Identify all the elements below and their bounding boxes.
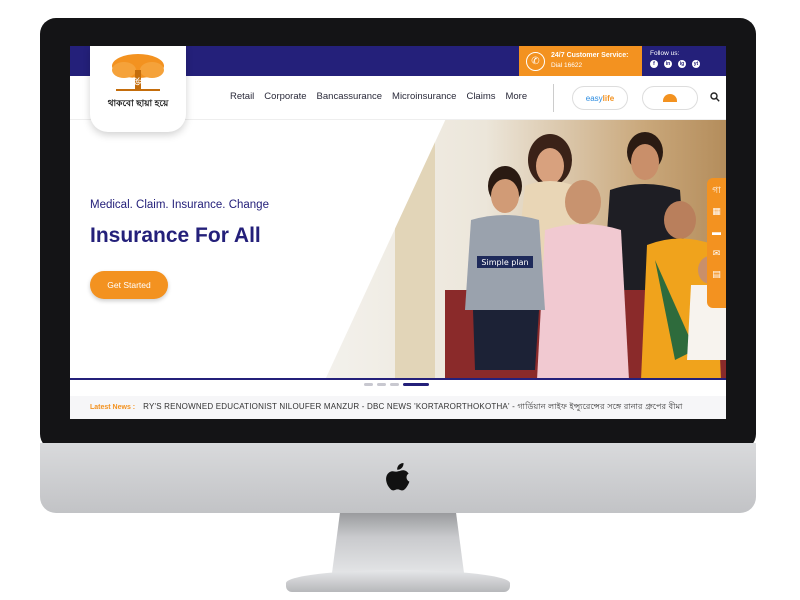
mail-icon[interactable]: ✉ [713,247,721,259]
nav-divider [553,84,554,112]
qr-code-icon[interactable]: ▦ [712,205,721,217]
easylife-prefix: easy [585,93,603,103]
carousel-dot-active[interactable] [403,383,429,386]
calendar-icon[interactable]: ▤ [712,268,721,280]
family-photo: Simple plan [325,120,726,380]
hero-subtitle: Medical. Claim. Insurance. Change [90,199,269,211]
nav-item-microinsurance[interactable]: Microinsurance [392,91,456,102]
news-text[interactable]: RY'S RENOWNED EDUCATIONIST NILOUFER MANZ… [143,401,682,414]
carousel-dot[interactable] [390,383,399,386]
logo-name: গার্ডিয়ান [124,77,153,87]
carousel-dots [364,383,429,386]
facebook-icon[interactable]: f [650,60,658,68]
hero-title: Insurance For All [90,224,261,247]
service-title: 24/7 Customer Service: [551,52,629,59]
easylife-suffix: life [602,93,615,103]
instagram-icon[interactable]: ig [678,60,686,68]
language-toggle-icon[interactable]: গা [712,184,721,196]
nav-item-corporate[interactable]: Corporate [264,91,306,102]
phone-icon: ✆ [526,51,545,71]
follow-label: Follow us: [650,50,680,57]
sun-logo-icon [663,94,677,102]
monitor-stand-base [286,570,510,592]
partner-logo-button[interactable] [642,86,698,110]
nav-menu: Retail Corporate Bancassurance Microinsu… [230,91,527,102]
linkedin-icon[interactable]: in [664,60,672,68]
get-started-button[interactable]: Get Started [90,271,168,299]
nav-item-more[interactable]: More [505,91,527,102]
apple-logo-icon [386,463,410,491]
search-icon[interactable] [710,92,720,102]
family-people-image: Simple plan [395,120,726,380]
nav-item-bancassurance[interactable]: Bancassurance [317,91,382,102]
follow-us: Follow us: f in ig yt [650,50,700,68]
nav-item-claims[interactable]: Claims [466,91,495,102]
tree-logo-icon: গার্ডিয়ান [112,54,164,91]
nav-item-retail[interactable]: Retail [230,91,254,102]
customer-service-box[interactable]: ✆ 24/7 Customer Service: Dial 16622 [519,46,642,76]
carousel-dot[interactable] [377,383,386,386]
monitor-stand-neck [332,513,464,573]
website-screen: ✆ 24/7 Customer Service: Dial 16622 Foll… [70,46,726,419]
company-logo[interactable]: গার্ডিয়ান থাকবো ছায়া হয়ে [90,46,186,132]
service-dial: Dial 16622 [551,62,583,69]
news-ticker: Latest News : RY'S RENOWNED EDUCATIONIST… [70,396,726,419]
news-label: Latest News : [90,404,136,411]
card-icon[interactable]: ▬ [712,226,721,238]
side-toolbar: গা ▦ ▬ ✉ ▤ [707,178,726,308]
hero-bottom-line [70,378,726,380]
easylife-button[interactable]: easy life [572,86,628,110]
youtube-icon[interactable]: yt [692,60,700,68]
hero-banner: Simple plan Medical. Claim. Insurance. C… [70,120,726,380]
shirt-text: Simple plan [481,258,528,267]
logo-tagline: থাকবো ছায়া হয়ে [107,98,169,108]
carousel-dot[interactable] [364,383,373,386]
